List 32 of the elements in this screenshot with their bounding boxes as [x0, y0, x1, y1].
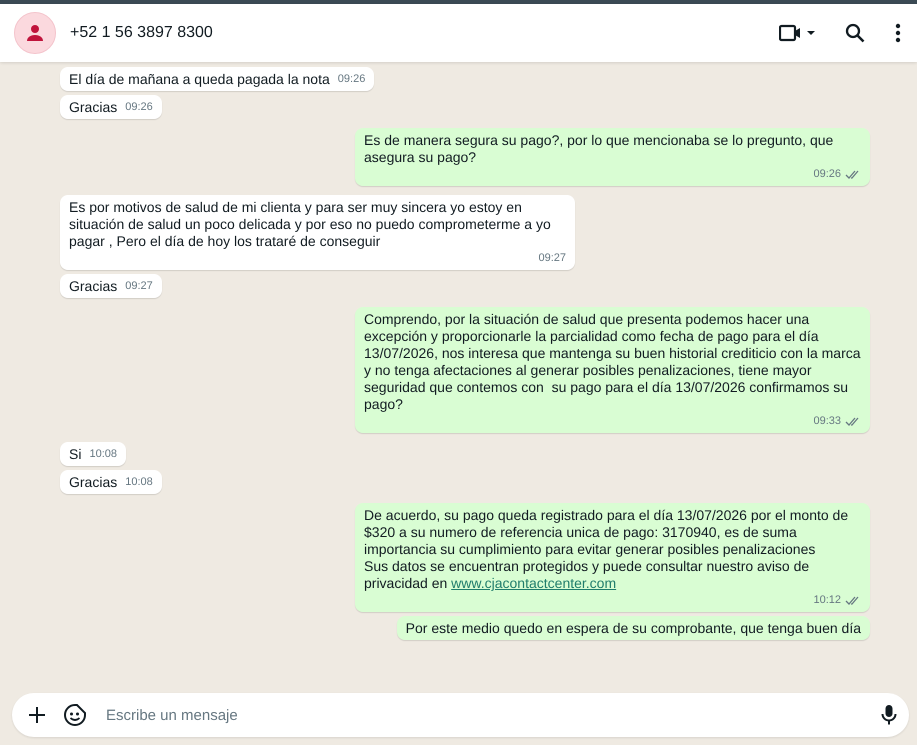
message-input[interactable]: Escribe un mensaje	[104, 706, 863, 724]
message-time: 10:12	[813, 593, 841, 608]
message-text: Gracias	[69, 474, 118, 491]
message-text: Gracias	[69, 278, 118, 295]
website-link[interactable]: www.cjacontactcenter.com	[451, 575, 616, 591]
message-time: 09:26	[813, 167, 841, 182]
message-time: 09:26	[125, 100, 153, 115]
message-time: 09:33	[813, 414, 841, 429]
message-time: 09:26	[338, 72, 366, 87]
message-text: Comprendo, por la situación de salud que presenta podemos hacer una excepción y proporcionarle la parcialidad como fecha de pago para el día 13/07/2026, nos interesa que mantenga su buen historial crediticio con la marca y no tenga afectaciones al generar posibles penalizaciones, tiene mayor seguridad que contemos con su pago para el día 13/07/2026 confirmamos su pago?	[364, 311, 861, 413]
message-time: 10:08	[89, 447, 117, 462]
message-text: El día de mañana a queda pagada la nota	[69, 71, 330, 88]
message-text: De acuerdo, su pago queda registrado para el día 13/07/2026 por el monto de $320 a su numero de referencia unica de pago: 3170940, es de suma importancia su cumplimiento para evitar generar posibles penalizaciones Sus datos se encuentran protegidos y puede consultar nuestro aviso de privacidad en www.cjacontactcenter.com	[364, 507, 850, 592]
message-time: 09:27	[125, 279, 153, 294]
double-check-icon	[845, 595, 861, 606]
message-time: 09:27	[538, 251, 566, 266]
menu-icon[interactable]	[895, 23, 901, 43]
double-check-icon	[845, 416, 861, 427]
video-call-icon[interactable]	[779, 24, 815, 42]
plus-icon[interactable]	[28, 706, 46, 724]
contact-avatar[interactable]	[14, 12, 56, 54]
search-icon[interactable]	[845, 23, 865, 43]
microphone-icon[interactable]	[881, 704, 897, 726]
message-text: Es de manera segura su pago?, por lo que mencionaba se lo pregunto, que asegura su pago?	[364, 132, 834, 166]
message-text: Si	[69, 446, 82, 463]
composer-bar[interactable]: Escribe un mensaje	[12, 693, 909, 737]
sticker-icon[interactable]	[64, 704, 86, 726]
message-time: 10:08	[125, 475, 153, 490]
message-text: Es por motivos de salud de mi clienta y para ser muy sincera yo estoy en situación de salud un poco delicada y por eso no puedo comprometerme a yo pagar , Pero el día de hoy los trataré de conseguir	[69, 199, 552, 250]
message-text: Por este medio quedo en espera de su comprobante, que tenga buen día	[406, 620, 861, 637]
message-text: Gracias	[69, 99, 118, 116]
double-check-icon	[845, 169, 861, 180]
